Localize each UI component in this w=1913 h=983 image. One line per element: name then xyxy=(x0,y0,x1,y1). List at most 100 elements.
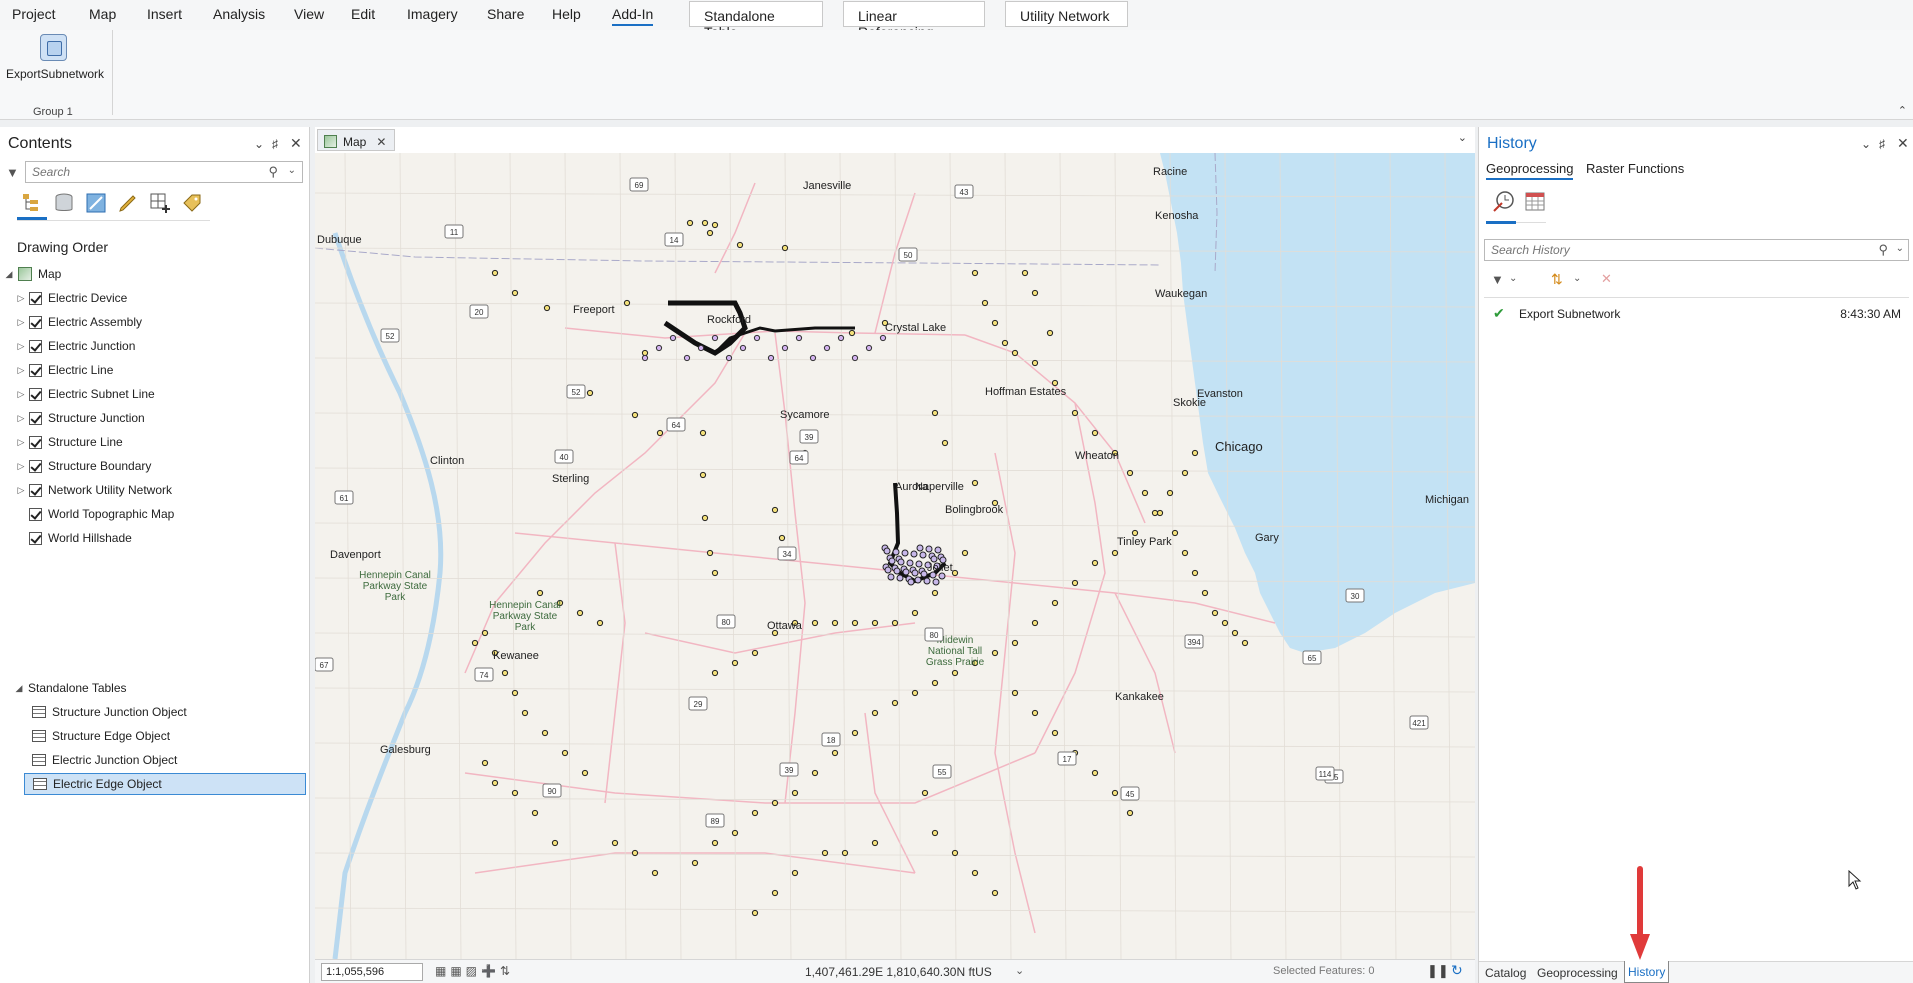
expand-icon[interactable]: ▷ xyxy=(16,389,26,400)
tree-item-standalone-tables[interactable]: ◢ Standalone Tables xyxy=(14,677,127,699)
filter-icon[interactable]: ▼ xyxy=(6,165,19,180)
layer-row[interactable]: ▷ Structure Line xyxy=(16,431,123,453)
layer-row[interactable]: ▷ Structure Boundary xyxy=(16,455,152,477)
table-row[interactable]: Electric Junction Object xyxy=(24,749,177,771)
layer-row[interactable]: ▷ Electric Subnet Line xyxy=(16,383,155,405)
visibility-checkbox[interactable] xyxy=(29,459,42,473)
search-icon[interactable]: ⚲ xyxy=(268,164,278,180)
map-view[interactable]: Map ✕ ⌄ Janesville Racine Kenosha Dubuque Wa… xyxy=(315,127,1475,983)
tree-item-map[interactable]: ◢ Map xyxy=(4,263,61,285)
tab-share[interactable]: Share xyxy=(487,6,524,22)
list-by-selection-icon[interactable] xyxy=(84,191,108,215)
tab-history-pane[interactable]: History xyxy=(1624,961,1670,983)
contextual-tab-standalone-table[interactable]: Standalone Table xyxy=(689,1,823,40)
expand-icon[interactable]: ▷ xyxy=(16,341,26,352)
contents-search-field[interactable] xyxy=(26,162,302,182)
tab-imagery[interactable]: Imagery xyxy=(407,6,458,22)
tab-geoprocessing[interactable]: Geoprocessing xyxy=(1486,161,1574,180)
subnetwork-point xyxy=(781,344,789,352)
layer-row[interactable]: ▷ Structure Junction xyxy=(16,407,145,429)
table-row[interactable]: Structure Junction Object xyxy=(24,701,187,723)
history-search-input[interactable]: ⚲ ⌄ xyxy=(1484,239,1909,261)
tab-help[interactable]: Help xyxy=(552,6,581,22)
visibility-checkbox[interactable] xyxy=(29,363,42,377)
expand-icon[interactable]: ▷ xyxy=(16,461,26,472)
collapse-icon[interactable]: ◢ xyxy=(4,269,14,280)
visibility-checkbox[interactable] xyxy=(29,315,42,329)
calendar-icon[interactable] xyxy=(1523,189,1547,213)
tab-add-in[interactable]: Add-In xyxy=(612,6,654,26)
export-subnetwork-button[interactable]: ExportSubnetwork xyxy=(6,67,104,81)
layer-row[interactable]: ▷ Electric Junction xyxy=(16,335,136,357)
delete-icon[interactable]: ✕ xyxy=(1601,271,1612,287)
navigation-tools-icon[interactable]: ▦▦▨➕⇅ xyxy=(435,964,514,978)
expand-icon[interactable]: ▷ xyxy=(16,317,26,328)
tab-insert[interactable]: Insert xyxy=(147,6,182,22)
layer-row[interactable]: ▷ Electric Device xyxy=(16,287,128,309)
tab-map[interactable]: Map xyxy=(89,6,116,22)
list-by-drawing-order-icon[interactable] xyxy=(20,191,44,215)
layer-row[interactable]: ▷ Electric Line xyxy=(16,359,114,381)
tab-view[interactable]: View xyxy=(294,6,324,22)
history-search-field[interactable] xyxy=(1485,240,1908,260)
layer-row[interactable]: World Hillshade xyxy=(16,527,132,549)
visibility-checkbox[interactable] xyxy=(29,411,42,425)
visibility-checkbox[interactable] xyxy=(29,531,42,545)
layer-row[interactable]: ▷ Network Utility Network xyxy=(16,479,173,501)
chevron-down-icon[interactable]: ⌄ xyxy=(1015,964,1024,977)
chevron-down-icon[interactable]: ⌄ xyxy=(288,165,296,176)
visibility-checkbox[interactable] xyxy=(29,507,42,521)
export-subnetwork-icon[interactable] xyxy=(40,34,67,61)
tab-analysis[interactable]: Analysis xyxy=(213,6,265,22)
table-row[interactable]: Electric Edge Object xyxy=(24,773,306,795)
collapse-ribbon-icon[interactable]: ⌃ xyxy=(1898,104,1907,117)
visibility-checkbox[interactable] xyxy=(29,339,42,353)
pause-drawing-icon[interactable]: ❚❚ xyxy=(1427,963,1449,979)
expand-icon[interactable]: ▷ xyxy=(16,437,26,448)
scale-selector[interactable]: 1:1,055,596 xyxy=(321,963,423,981)
expand-icon[interactable]: ▷ xyxy=(16,293,26,304)
sort-icon[interactable]: ⇅ xyxy=(1551,271,1563,288)
refresh-icon[interactable]: ↻ xyxy=(1451,962,1463,979)
pane-options-icon[interactable]: ⌄ xyxy=(254,137,264,151)
pin-icon[interactable]: ♯ xyxy=(1879,137,1885,151)
list-by-snapping-icon[interactable] xyxy=(148,191,172,215)
pin-icon[interactable]: ♯ xyxy=(272,137,278,151)
close-tab-icon[interactable]: ✕ xyxy=(376,135,386,149)
list-by-source-icon[interactable] xyxy=(52,191,76,215)
tab-geoprocessing-pane[interactable]: Geoprocessing xyxy=(1537,966,1618,980)
table-row[interactable]: Structure Edge Object xyxy=(24,725,170,747)
collapse-icon[interactable]: ◢ xyxy=(14,683,24,694)
tab-project[interactable]: Project xyxy=(12,6,56,22)
visibility-checkbox[interactable] xyxy=(29,291,42,305)
contextual-tab-utility-network[interactable]: Utility Network xyxy=(1005,1,1128,27)
map-canvas[interactable]: Janesville Racine Kenosha Dubuque Waukegan Fr… xyxy=(315,153,1475,959)
map-document-tab[interactable]: Map ✕ xyxy=(317,129,396,151)
close-icon[interactable]: ✕ xyxy=(290,135,302,152)
layer-row[interactable]: World Topographic Map xyxy=(16,503,174,525)
filter-icon[interactable]: ▼ xyxy=(1491,272,1504,287)
tab-catalog[interactable]: Catalog xyxy=(1485,966,1526,980)
pane-options-icon[interactable]: ⌄ xyxy=(1861,137,1871,151)
geoprocessing-history-icon[interactable] xyxy=(1491,189,1517,213)
expand-icon[interactable]: ▷ xyxy=(16,485,26,496)
tab-raster-functions[interactable]: Raster Functions xyxy=(1586,161,1684,176)
chevron-down-icon[interactable]: ⌄ xyxy=(1458,131,1467,144)
layer-row[interactable]: ▷ Electric Assembly xyxy=(16,311,143,333)
list-by-labeling-icon[interactable] xyxy=(180,191,204,215)
tab-edit[interactable]: Edit xyxy=(351,6,375,22)
contextual-tab-linear-referencing[interactable]: Linear Referencing xyxy=(843,1,985,40)
chevron-down-icon[interactable]: ⌄ xyxy=(1896,243,1904,254)
list-by-editing-icon[interactable] xyxy=(116,191,140,215)
contents-search-input[interactable]: ⚲ ⌄ xyxy=(25,161,303,183)
expand-icon[interactable]: ▷ xyxy=(16,365,26,376)
expand-icon[interactable]: ▷ xyxy=(16,413,26,424)
visibility-checkbox[interactable] xyxy=(29,483,42,497)
chevron-down-icon[interactable]: ⌄ xyxy=(1573,273,1581,284)
visibility-checkbox[interactable] xyxy=(29,387,42,401)
chevron-down-icon[interactable]: ⌄ xyxy=(1509,273,1517,284)
visibility-checkbox[interactable] xyxy=(29,435,42,449)
search-icon[interactable]: ⚲ xyxy=(1878,242,1888,258)
close-icon[interactable]: ✕ xyxy=(1897,135,1909,152)
feature-point xyxy=(1181,549,1189,557)
